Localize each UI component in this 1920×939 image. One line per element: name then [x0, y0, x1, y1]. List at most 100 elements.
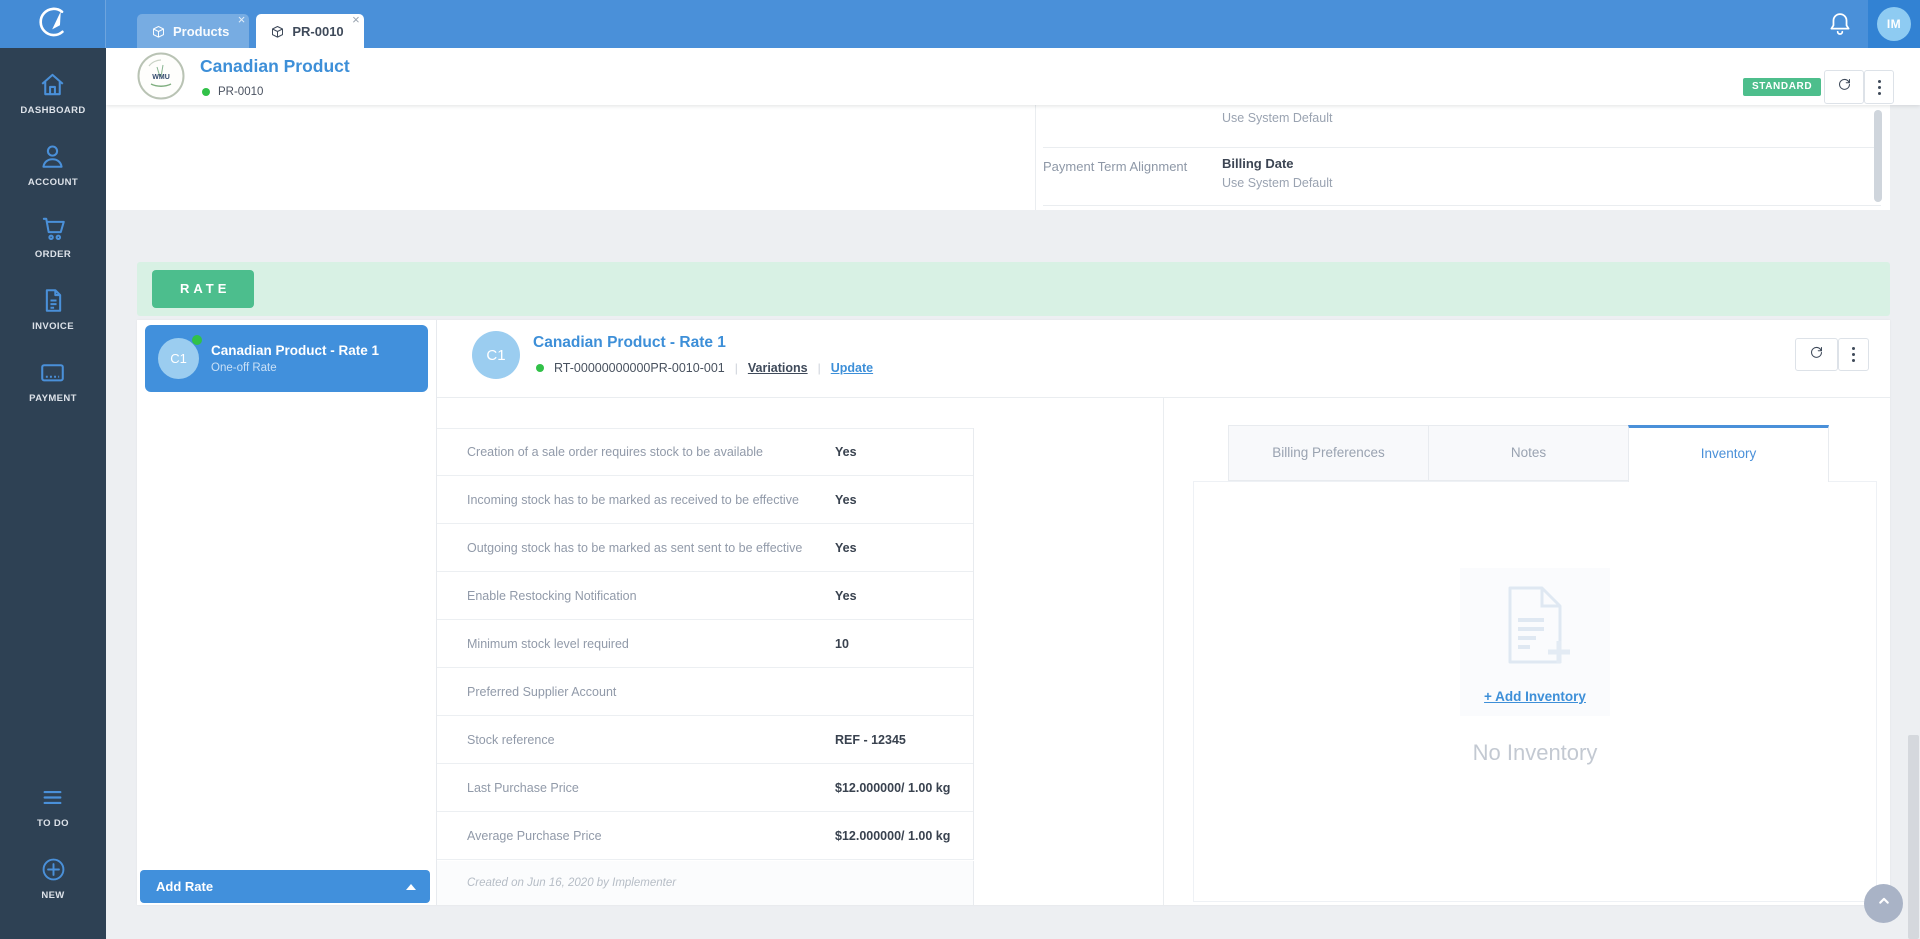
refresh-button[interactable] — [1824, 70, 1864, 104]
detail-row-value: Yes — [835, 588, 857, 603]
add-inventory-link[interactable]: + Add Inventory — [1484, 689, 1586, 704]
app-screen: Products × PR-0010 × IM DASHBOARD ACCOUNT ORD… — [0, 0, 1920, 939]
page-scrollbar-thumb[interactable] — [1908, 735, 1919, 939]
sidebar: DASHBOARD ACCOUNT ORDER INVOICE PAYMENT TO D… — [0, 48, 106, 939]
card-scrollbar-thumb[interactable] — [1874, 110, 1882, 202]
detail-row: Enable Restocking Notification Yes — [437, 572, 973, 620]
avatar[interactable]: IM — [1877, 7, 1911, 41]
tab-products[interactable]: Products × — [137, 13, 250, 48]
rate-refresh-button[interactable] — [1795, 338, 1838, 371]
document-plus-icon — [1498, 586, 1572, 672]
rate-list-pane: C1 Canadian Product - Rate 1 One-off Rate … — [137, 320, 437, 905]
sidebar-item-label: ACCOUNT — [27, 177, 79, 188]
sidebar-item-new[interactable]: NEW — [39, 855, 68, 901]
rate-item-subtitle: One-off Rate — [211, 362, 277, 374]
chevron-up-icon — [1874, 891, 1894, 916]
tab-billing-preferences[interactable]: Billing Preferences — [1228, 425, 1429, 481]
rate-avatar: C1 — [472, 331, 520, 379]
update-link[interactable]: Update — [831, 361, 873, 375]
product-logo: WMU — [137, 52, 185, 100]
rate-list-item[interactable]: C1 Canadian Product - Rate 1 One-off Rate — [145, 325, 428, 392]
invoice-icon — [39, 286, 68, 315]
detail-row-label: Creation of a sale order requires stock … — [467, 445, 763, 459]
sidebar-item-label: NEW — [41, 890, 65, 901]
refresh-icon — [1808, 344, 1825, 366]
sidebar-item-label: TO DO — [37, 818, 69, 829]
detail-row: Stock reference REF - 12345 — [437, 716, 973, 764]
rate-meta-row: RT-00000000000PR-0010-001 | Variations |… — [536, 361, 873, 375]
detail-row-label: Outgoing stock has to be marked as sent … — [467, 540, 803, 555]
detail-row: Outgoing stock has to be marked as sent … — [437, 524, 973, 572]
rate-section-banner: RATE — [137, 262, 1890, 316]
inventory-tab-content: + Add Inventory No Inventory — [1193, 481, 1877, 902]
detail-row: Minimum stock level required 10 — [437, 620, 973, 668]
add-rate-button[interactable]: Add Rate — [140, 870, 430, 903]
no-inventory-message: No Inventory — [1472, 740, 1598, 765]
status-dot — [192, 335, 202, 345]
rate-title[interactable]: Canadian Product - Rate 1 — [533, 334, 726, 352]
detail-row-value: $12.000000/ 1.00 kg — [835, 828, 951, 843]
divider — [1043, 147, 1881, 148]
card-icon — [38, 358, 67, 387]
tab-notes[interactable]: Notes — [1428, 425, 1629, 481]
scroll-to-top-button[interactable] — [1864, 884, 1903, 923]
menu-icon — [38, 783, 67, 812]
tab-pr-0010[interactable]: PR-0010 × — [256, 13, 364, 48]
separator: | — [817, 361, 821, 375]
close-icon[interactable]: × — [238, 13, 246, 27]
product-logo-text: WMU — [152, 74, 170, 81]
detail-row-value: 10 — [835, 636, 849, 651]
sidebar-item-payment[interactable]: PAYMENT — [29, 358, 77, 404]
compass-logo-icon — [35, 4, 71, 45]
notifications-bell-icon[interactable] — [1826, 10, 1854, 38]
detail-row-value: REF - 12345 — [835, 732, 906, 747]
detail-row-label: Stock reference — [467, 732, 555, 747]
tab-inventory[interactable]: Inventory — [1628, 425, 1829, 482]
sidebar-item-order[interactable]: ORDER — [35, 214, 71, 260]
divider — [1163, 398, 1164, 905]
more-actions-button[interactable] — [1864, 70, 1894, 104]
user-menu[interactable]: IM — [1868, 0, 1920, 48]
page-title[interactable]: Canadian Product — [200, 56, 350, 77]
sidebar-item-invoice[interactable]: INVOICE — [32, 286, 74, 332]
plus-circle-icon — [39, 855, 68, 884]
tab-label: PR-0010 — [292, 23, 344, 39]
sidebar-item-label: INVOICE — [32, 321, 74, 332]
rate-code: RT-00000000000PR-0010-001 — [554, 361, 725, 375]
variations-link[interactable]: Variations — [748, 361, 808, 375]
rate-more-actions-button[interactable] — [1838, 338, 1869, 371]
detail-row-label: Minimum stock level required — [467, 636, 629, 651]
detail-row-label: Enable Restocking Notification — [467, 588, 637, 603]
detail-row-value: Yes — [835, 540, 857, 555]
detail-row: Creation of a sale order requires stock … — [437, 428, 973, 476]
setting-sub-value: Use System Default — [1222, 111, 1333, 125]
setting-sub-value: Use System Default — [1222, 176, 1333, 190]
top-bar: Products × PR-0010 × IM — [0, 0, 1920, 48]
tab-strip: Products × PR-0010 × — [137, 13, 364, 48]
rate-detail-rows: Creation of a sale order requires stock … — [437, 428, 974, 860]
close-icon[interactable]: × — [352, 13, 360, 27]
sidebar-item-account[interactable]: ACCOUNT — [28, 142, 78, 188]
detail-row: Last Purchase Price $12.000000/ 1.00 kg — [437, 764, 973, 812]
add-rate-label: Add Rate — [156, 879, 214, 894]
detail-row-label: Incoming stock has to be marked as recei… — [467, 492, 799, 507]
sidebar-item-to-do[interactable]: TO DO — [37, 783, 69, 829]
detail-row-value: $12.000000/ 1.00 kg — [835, 780, 951, 795]
divider — [1035, 105, 1036, 210]
rate-section-chip[interactable]: RATE — [152, 270, 255, 308]
sidebar-bottom-nav: TO DO NEW — [0, 783, 106, 927]
divider — [1043, 205, 1881, 206]
status-badge: STANDARD — [1743, 78, 1822, 96]
created-by-note: Created on Jun 16, 2020 by Implementer — [437, 861, 974, 905]
page-header: WMU Canadian Product PR-0010 STANDARD — [106, 48, 1920, 105]
rate-detail-pane: C1 Canadian Product - Rate 1 RT-00000000… — [437, 320, 1890, 905]
refresh-icon — [1836, 76, 1853, 98]
inventory-empty-state: + Add Inventory No Inventory — [1385, 568, 1685, 766]
status-dot — [536, 364, 544, 372]
product-code-row: PR-0010 — [202, 86, 263, 98]
app-logo[interactable] — [0, 0, 106, 48]
sidebar-nav: DASHBOARD ACCOUNT ORDER INVOICE PAYMENT — [0, 70, 106, 430]
sidebar-item-dashboard[interactable]: DASHBOARD — [20, 70, 85, 116]
detail-row-label: Last Purchase Price — [467, 780, 579, 795]
home-icon — [38, 70, 67, 99]
